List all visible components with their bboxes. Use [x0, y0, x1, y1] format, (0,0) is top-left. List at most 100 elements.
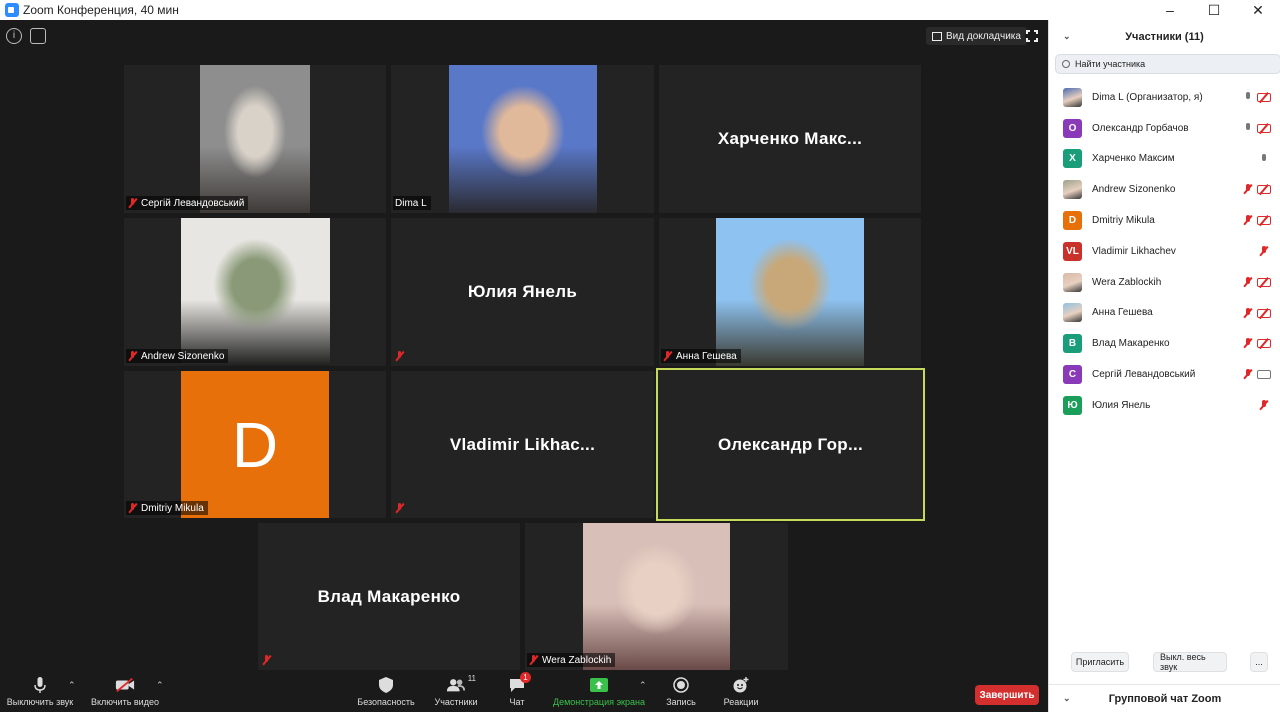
reactions-button[interactable]: Реакции	[720, 676, 762, 707]
tile-name: Dima L	[395, 197, 427, 209]
mute-all-button[interactable]: Выкл. весь звук	[1153, 652, 1227, 672]
fullscreen-icon[interactable]	[1025, 29, 1039, 43]
participant-avatar: О	[1063, 118, 1082, 138]
video-tile-vlad[interactable]: Влад Макаренко	[258, 523, 520, 670]
video-tile-anna[interactable]: Анна Гешева	[659, 218, 921, 366]
title-bar: Zoom Конференция, 40 мин – ☐ ✕	[0, 0, 1280, 20]
participant-video	[449, 65, 597, 213]
participant-name: Wera Zablockih	[1092, 276, 1162, 288]
video-off-icon[interactable]	[1257, 216, 1271, 226]
tile-display-name: Юлия Янель	[467, 282, 578, 301]
close-button[interactable]: ✕	[1236, 0, 1280, 20]
participant-row[interactable]: D Dmitriy Mikula	[1049, 205, 1280, 236]
participant-row[interactable]: VL Vladimir Likhachev	[1049, 236, 1280, 267]
participants-button[interactable]: 11 Участники	[428, 674, 484, 707]
participants-icon: 11	[446, 674, 476, 694]
more-options-button[interactable]: ...	[1250, 652, 1268, 672]
mic-muted-icon[interactable]	[1244, 184, 1251, 194]
participant-row[interactable]: Х Харченко Максим	[1049, 144, 1280, 175]
avatar: D	[181, 371, 329, 518]
video-off-icon[interactable]	[1257, 277, 1271, 287]
microphone-icon[interactable]	[1244, 122, 1251, 133]
participant-name: Влад Макаренко	[1092, 338, 1170, 350]
microphone-icon[interactable]	[1244, 92, 1251, 102]
participants-title: Участники (11)	[1125, 31, 1204, 43]
video-tile-wera[interactable]: Wera Zablockih	[525, 523, 788, 670]
record-icon	[671, 676, 691, 694]
participant-search-input[interactable]: Найти участника	[1055, 54, 1280, 74]
video-tile-dmitriy[interactable]: D Dmitriy Mikula	[124, 371, 386, 518]
chat-icon: 1	[507, 672, 531, 694]
mic-muted-icon[interactable]	[1260, 399, 1267, 410]
video-tile-kharchenko[interactable]: Харченко Макс...	[659, 65, 921, 213]
mic-muted-icon[interactable]	[1244, 369, 1251, 379]
video-tile-yulia[interactable]: Юлия Янель	[391, 218, 654, 366]
participant-row[interactable]: В Влад Макаренко	[1049, 328, 1280, 359]
participant-row[interactable]: Wera Zablockih	[1049, 267, 1280, 298]
mic-muted-icon	[395, 503, 404, 513]
tile-display-name: Олександр Гор...	[717, 434, 864, 454]
participant-row[interactable]: Анна Гешева	[1049, 298, 1280, 329]
security-button[interactable]: Безопасность	[354, 676, 418, 707]
mic-muted-icon[interactable]	[1260, 245, 1267, 256]
tile-name: Анна Гешева	[676, 350, 737, 362]
mic-muted-icon[interactable]	[1244, 276, 1251, 287]
speaker-view-button[interactable]: Вид докладчика	[926, 27, 1027, 45]
video-off-icon[interactable]	[1257, 123, 1271, 133]
participants-panel: ⌄ Участники (11) Найти участника Dima L …	[1048, 20, 1280, 712]
microphone-icon[interactable]	[1260, 153, 1267, 164]
maximize-button[interactable]: ☐	[1192, 0, 1236, 20]
video-tile-vladimir[interactable]: Vladimir Likhac...	[391, 371, 654, 518]
share-screen-button[interactable]: Демонстрация экрана	[550, 676, 648, 707]
mic-muted-icon[interactable]	[1244, 307, 1251, 318]
participant-photo-avatar	[1063, 272, 1082, 292]
chat-button[interactable]: 1 Чат	[502, 672, 532, 707]
video-off-icon[interactable]	[1257, 308, 1271, 318]
video-grid-area: i Вид докладчика Сергій Левандовський Di…	[0, 20, 1048, 672]
grid-icon	[932, 31, 942, 41]
participants-label: Участники	[434, 697, 478, 707]
reactions-label: Реакции	[723, 697, 759, 707]
participant-list: Dima L (Организатор, я) О Олександр Горбач…	[1049, 82, 1280, 421]
participants-count: 11	[467, 674, 476, 683]
group-chat-header[interactable]: ⌄ Групповой чат Zoom	[1049, 684, 1280, 712]
participant-row[interactable]: Ю Юлия Янель	[1049, 390, 1280, 421]
participant-row[interactable]: Andrew Sizonenko	[1049, 174, 1280, 205]
video-tile-dima[interactable]: Dima L	[391, 65, 654, 213]
start-video-button[interactable]: Включить видео	[88, 676, 162, 707]
mic-muted-icon[interactable]	[1244, 215, 1251, 225]
tile-label: Dima L	[393, 196, 431, 210]
video-tile-oleksandr[interactable]: Олександр Гор...	[656, 368, 925, 521]
video-off-icon[interactable]	[1257, 339, 1271, 349]
participant-row[interactable]: Dima L (Организатор, я)	[1049, 82, 1280, 113]
collapse-chevron-down-icon[interactable]: ⌄	[1063, 31, 1071, 42]
mic-muted-icon	[529, 655, 538, 665]
shield-icon[interactable]	[30, 28, 46, 44]
participant-video	[200, 65, 310, 213]
video-tile-andrew[interactable]: Andrew Sizonenko	[124, 218, 386, 366]
group-chat-title: Групповой чат Zoom	[1108, 692, 1222, 705]
audio-options-caret-icon[interactable]: ⌃	[68, 680, 76, 691]
share-options-caret-icon[interactable]: ⌃	[639, 680, 647, 691]
video-off-icon[interactable]	[1257, 185, 1271, 195]
video-tile-serhii[interactable]: Сергій Левандовський	[124, 65, 386, 213]
participant-row[interactable]: С Сергій Левандовський	[1049, 359, 1280, 390]
participant-video	[583, 523, 730, 670]
share-screen-icon	[589, 676, 609, 694]
microphone-icon	[30, 676, 50, 694]
record-button[interactable]: Запись	[662, 676, 700, 707]
minimize-button[interactable]: –	[1148, 0, 1192, 20]
video-off-icon[interactable]	[1257, 93, 1271, 102]
tile-label	[393, 501, 412, 515]
invite-button[interactable]: Пригласить	[1071, 652, 1129, 672]
info-icon[interactable]: i	[6, 28, 22, 44]
video-camera-icon[interactable]	[1257, 370, 1271, 380]
mute-button[interactable]: Выключить звук	[2, 676, 78, 707]
end-meeting-button[interactable]: Завершить	[975, 685, 1039, 705]
participant-avatar: В	[1063, 334, 1082, 354]
mic-muted-icon[interactable]	[1244, 338, 1251, 348]
tile-display-name: Vladimir Likhac...	[449, 434, 596, 454]
participant-row[interactable]: О Олександр Горбачов	[1049, 113, 1280, 144]
video-options-caret-icon[interactable]: ⌃	[156, 680, 164, 691]
window-title: Zoom Конференция, 40 мин	[23, 3, 179, 17]
